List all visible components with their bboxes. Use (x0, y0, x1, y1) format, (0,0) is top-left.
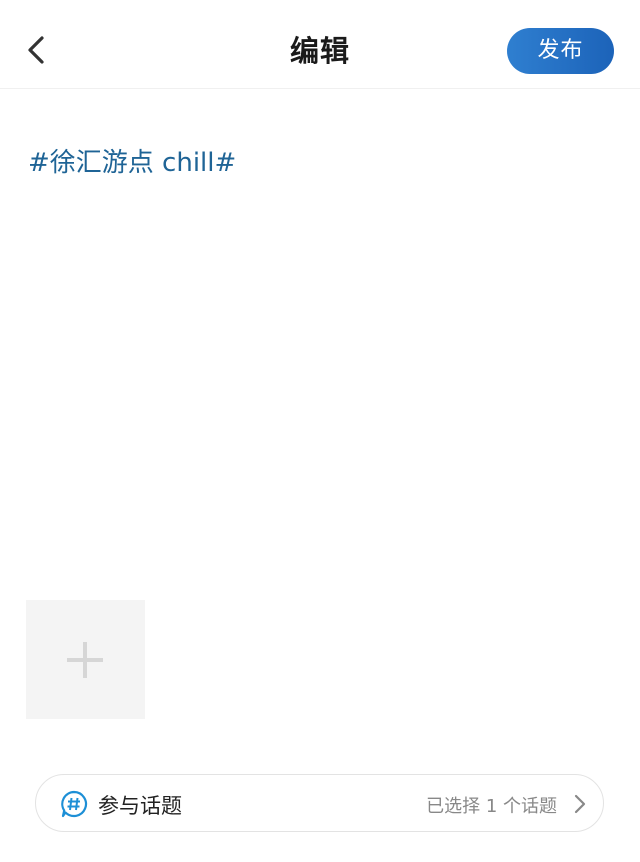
topic-hashtag-text[interactable]: #徐汇游点 chill# (28, 142, 236, 179)
join-topic-bar[interactable]: 参与话题 已选择 1 个话题 (35, 774, 604, 832)
add-image-button[interactable] (26, 600, 145, 719)
header-bar: 编辑 发布 (0, 0, 640, 89)
join-topic-label: 参与话题 (98, 794, 182, 818)
selected-topics-status: 已选择 1 个话题 (426, 796, 557, 817)
publish-button[interactable]: 发布 (507, 28, 614, 74)
chevron-right-icon (573, 793, 587, 815)
hashtag-bubble-icon (60, 790, 88, 818)
